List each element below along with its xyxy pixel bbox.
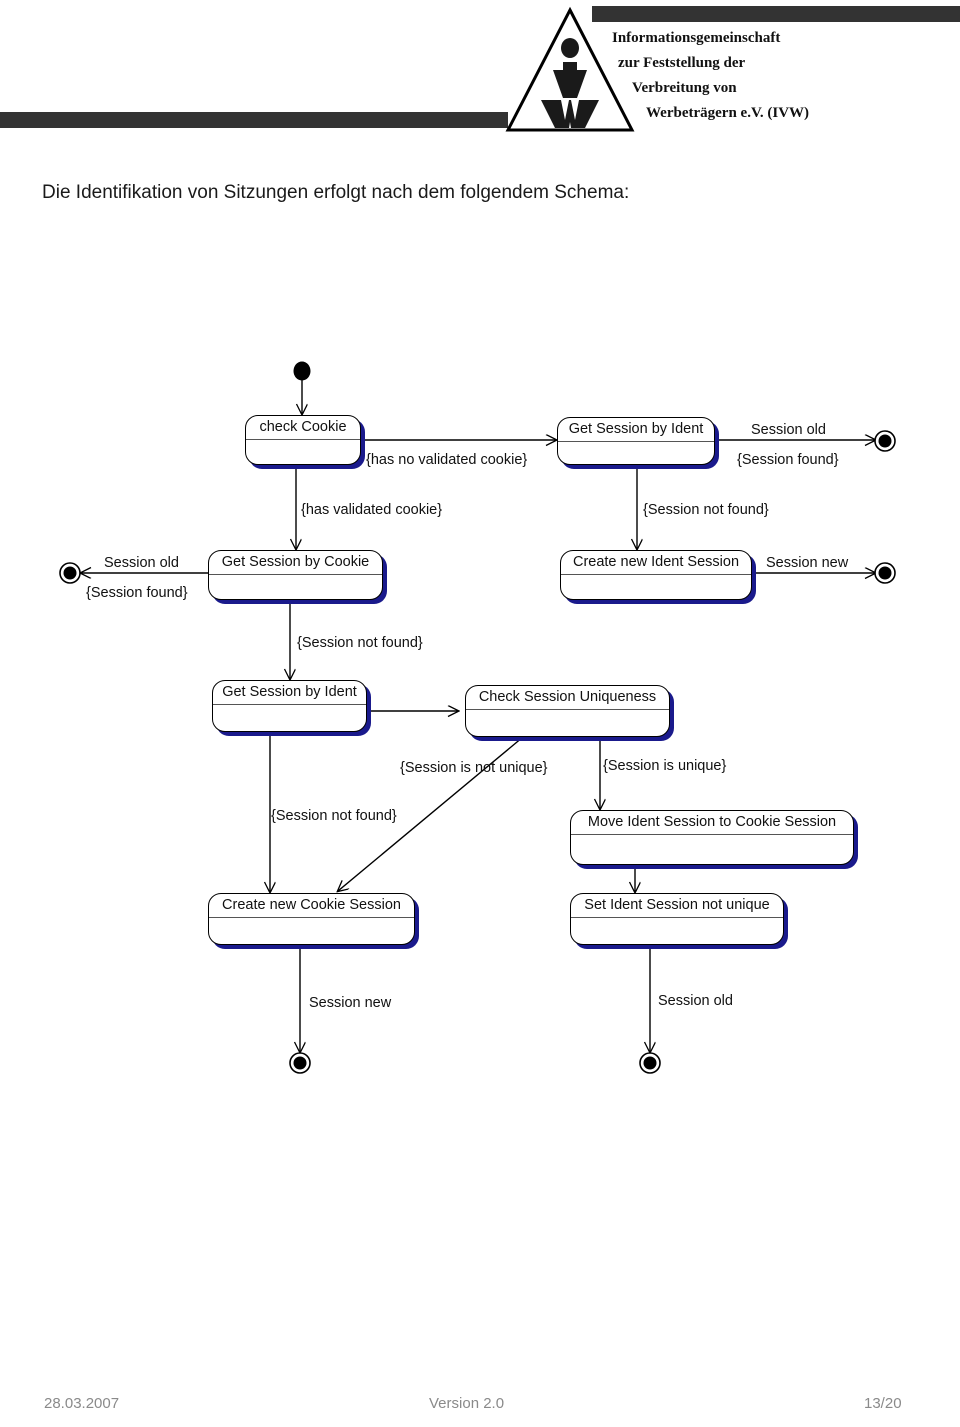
state-get-session-by-ident-2[interactable]: Get Session by Ident	[212, 680, 367, 732]
state-get-session-by-ident-1[interactable]: Get Session by Ident	[557, 417, 715, 465]
state-create-new-cookie-session[interactable]: Create new Cookie Session	[208, 893, 415, 945]
state-label: check Cookie	[246, 416, 360, 440]
edge-label-session-new-1: Session new	[766, 555, 849, 571]
edge-label-has-validated-cookie: {has validated cookie}	[301, 502, 443, 518]
edge-label-session-not-found-2: {Session not found}	[297, 635, 423, 651]
footer-date: 28.03.2007	[44, 1395, 120, 1412]
state-label: Create new Cookie Session	[209, 894, 414, 918]
document-page: Informationsgemeinschaft zur Feststellun…	[0, 0, 960, 1427]
org-line-3: Verbreitung von	[632, 80, 737, 96]
edge-label-session-new-2: Session new	[309, 995, 392, 1011]
footer-page: 13/20	[864, 1395, 902, 1412]
header-bar-left	[0, 112, 508, 128]
state-set-ident-session-not-unique[interactable]: Set Ident Session not unique	[570, 893, 784, 945]
state-check-cookie[interactable]: check Cookie	[245, 415, 361, 465]
org-name-block: Informationsgemeinschaft zur Feststellun…	[612, 26, 952, 126]
session-identification-state-diagram: check Cookie Get Session by Ident Get Se…	[0, 330, 960, 1120]
edge-label-session-not-found-3: {Session not found}	[271, 808, 397, 824]
edge-label-session-is-unique: {Session is unique}	[603, 758, 727, 774]
footer-version: Version 2.0	[429, 1395, 505, 1412]
org-line-1: Informationsgemeinschaft	[612, 30, 781, 46]
edge-label-session-not-found-1: {Session not found}	[643, 502, 769, 518]
edge-label-session-found-1: {Session found}	[737, 452, 839, 468]
state-label: Get Session by Cookie	[209, 551, 382, 575]
state-label: Get Session by Ident	[213, 681, 366, 705]
edge-label-session-found-2: {Session found}	[86, 585, 188, 601]
org-line-2: zur Feststellung der	[618, 55, 746, 71]
state-label: Check Session Uniqueness	[466, 686, 669, 710]
state-check-session-uniqueness[interactable]: Check Session Uniqueness	[465, 685, 670, 737]
edge-label-has-no-validated-cookie: {has no validated cookie}	[366, 452, 528, 468]
state-label: Move Ident Session to Cookie Session	[571, 811, 853, 835]
header-bar-top	[592, 6, 960, 22]
edge-label-session-is-not-unique: {Session is not unique}	[400, 760, 548, 776]
org-line-4: Werbeträgern e.V. (IVW)	[646, 105, 810, 121]
state-get-session-by-cookie[interactable]: Get Session by Cookie	[208, 550, 383, 600]
intro-text: Die Identifikation von Sitzungen erfolgt…	[42, 182, 630, 203]
state-label: Get Session by Ident	[558, 418, 714, 442]
state-move-ident-session-to-cookie-session[interactable]: Move Ident Session to Cookie Session	[570, 810, 854, 865]
page-footer: 28.03.2007 Version 2.0 13/20	[0, 1395, 960, 1419]
edge-label-session-old-2: Session old	[104, 555, 179, 571]
edge-label-session-old-3: Session old	[658, 993, 733, 1009]
edge-label-session-old-1: Session old	[751, 422, 826, 438]
state-label: Create new Ident Session	[561, 551, 751, 575]
state-create-new-ident-session[interactable]: Create new Ident Session	[560, 550, 752, 600]
state-label: Set Ident Session not unique	[571, 894, 783, 918]
